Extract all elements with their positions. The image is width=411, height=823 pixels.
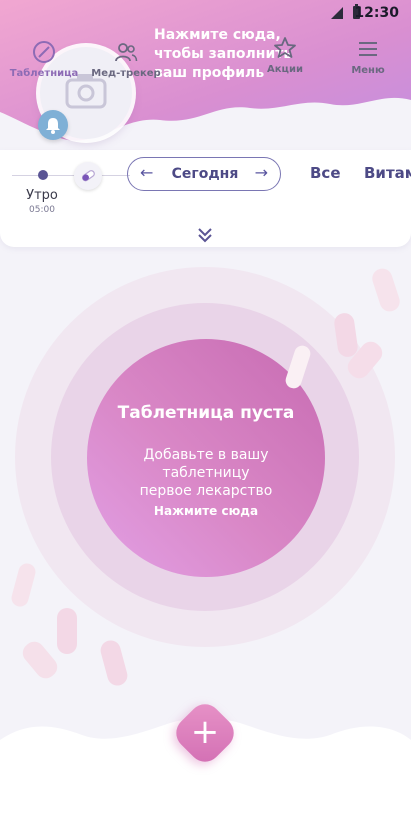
decorative-pill [9, 561, 38, 609]
time-label: 05:00 [29, 205, 55, 215]
signal-icon [331, 7, 343, 19]
decorative-pill [369, 265, 403, 315]
time-of-day-label: Утро [26, 188, 58, 203]
decorative-pill [57, 608, 77, 654]
decorative-pill [18, 637, 62, 683]
star-icon [274, 37, 296, 58]
expand-chevron-icon[interactable] [196, 226, 214, 244]
empty-state-title: Таблетница пуста [117, 403, 295, 423]
bell-icon [46, 118, 60, 134]
empty-state-subtitle: Добавьте в вашу таблетницу первое лекарс… [139, 447, 273, 499]
filter-tab-all[interactable]: Все [310, 164, 341, 182]
people-icon [115, 43, 138, 62]
next-day-button[interactable]: → [255, 163, 268, 182]
nav-label-pillbox: Таблетница [9, 68, 79, 79]
nav-label-med-tracker: Мед-трекер [91, 68, 161, 79]
notification-button[interactable] [38, 110, 68, 140]
pill-icon [81, 170, 95, 182]
nav-label-promotions: Акции [267, 64, 303, 75]
status-time: 12:30 [354, 5, 399, 21]
decorative-pill [98, 638, 130, 688]
timeline-marker[interactable] [38, 170, 48, 180]
schedule-panel: Утро 05:00 ← Сегодня → Все Витам [0, 150, 411, 247]
filter-tab-vitamins[interactable]: Витам [364, 164, 411, 182]
menu-icon [359, 42, 377, 56]
pill-icon [33, 41, 55, 63]
plus-icon: + [190, 712, 220, 752]
timeline-line [12, 175, 130, 176]
status-bar: 12:30 [0, 0, 411, 26]
nav-label-menu: Меню [351, 65, 385, 76]
empty-state-action[interactable]: Нажмите сюда [98, 504, 314, 518]
date-selector: ← Сегодня → [127, 157, 281, 191]
pill-toggle-button[interactable] [74, 162, 102, 190]
